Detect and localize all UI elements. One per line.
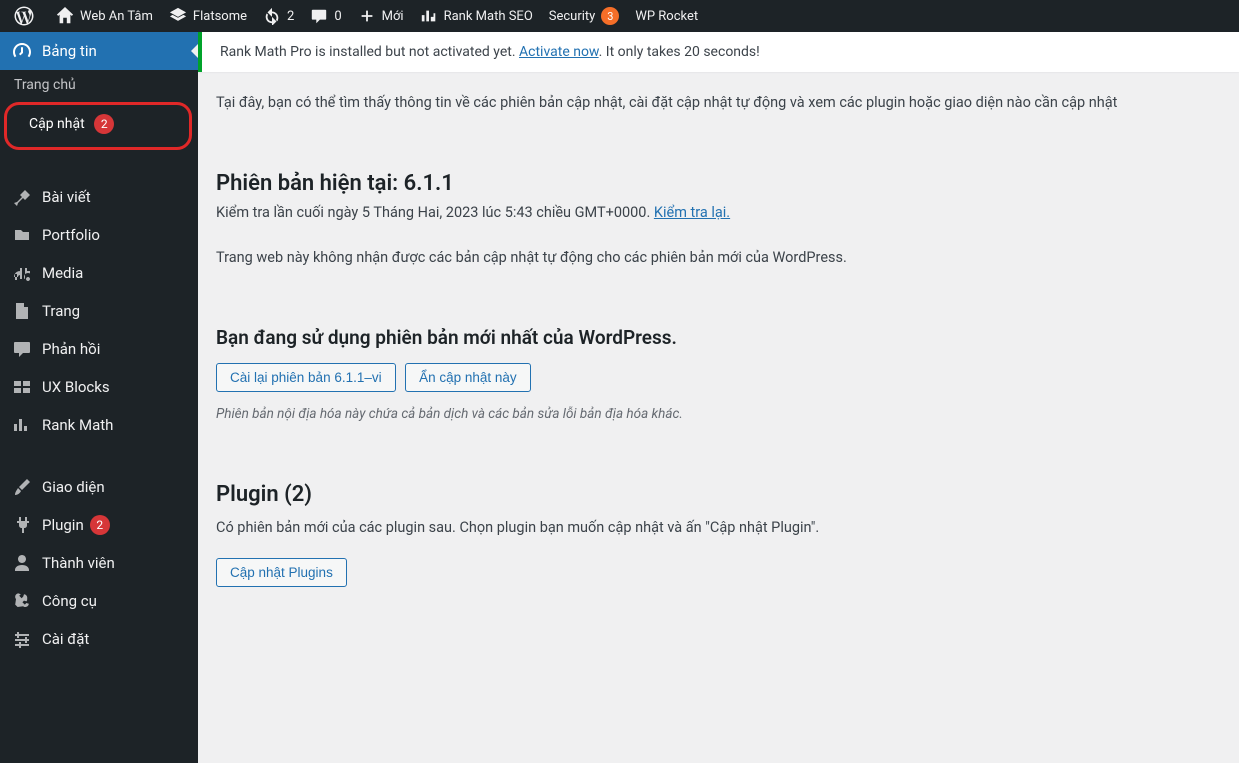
sidebar-item-appearance[interactable]: Giao diện: [0, 468, 198, 506]
rankmath-label: Rank Math: [42, 416, 113, 434]
refresh-icon: [263, 7, 281, 25]
sidebar-item-comments[interactable]: Phản hồi: [0, 330, 198, 368]
sidebar-item-uxblocks[interactable]: UX Blocks: [0, 368, 198, 406]
wprocket-toolbar[interactable]: WP Rocket: [627, 0, 706, 32]
settings-label: Cài đặt: [42, 630, 89, 648]
auto-update-text: Trang web này không nhận được các bản cậ…: [216, 249, 1221, 266]
uxblocks-label: UX Blocks: [42, 378, 110, 396]
chart-icon: [12, 415, 32, 435]
sidebar-sub-home[interactable]: Trang chủ: [0, 70, 198, 100]
reinstall-button[interactable]: Cài lại phiên bản 6.1.1–vi: [216, 363, 396, 392]
pages-label: Trang: [42, 302, 80, 320]
current-version-heading: Phiên bản hiện tại: 6.1.1: [216, 171, 1221, 196]
chart-icon: [420, 7, 438, 25]
tools-label: Công cụ: [42, 592, 97, 610]
media-icon: [12, 263, 32, 283]
blocks-icon: [12, 377, 32, 397]
pin-icon: [12, 187, 32, 207]
comments-toolbar[interactable]: 0: [302, 0, 349, 32]
separator: [0, 444, 198, 468]
updates-toolbar[interactable]: 2: [255, 0, 302, 32]
locale-note: Phiên bản nội địa hóa này chứa cả bản dị…: [216, 406, 1221, 422]
security-badge: 3: [601, 7, 619, 25]
site-name[interactable]: Web An Tâm: [48, 0, 161, 32]
dashboard-icon: [12, 41, 32, 61]
user-icon: [12, 553, 32, 573]
flatsome-icon: [169, 7, 187, 25]
plugin-icon: [12, 515, 32, 535]
notice-pre: Rank Math Pro is installed but not activ…: [220, 44, 519, 60]
posts-label: Bài viết: [42, 188, 91, 206]
notice-post: . It only takes 20 seconds!: [599, 44, 760, 60]
main-content: Rank Math Pro is installed but not activ…: [198, 32, 1239, 627]
comments-count: 0: [334, 9, 341, 24]
sidebar-item-posts[interactable]: Bài viết: [0, 178, 198, 216]
media-label: Media: [42, 264, 83, 282]
plus-icon: [358, 7, 376, 25]
portfolio-icon: [12, 225, 32, 245]
comment-icon: [310, 7, 328, 25]
wp-logo[interactable]: [6, 0, 48, 32]
home-icon: [56, 7, 74, 25]
latest-version-heading: Bạn đang sử dụng phiên bản mới nhất của …: [216, 326, 1221, 349]
sidebar-item-dashboard[interactable]: Bảng tin: [0, 32, 198, 70]
update-plugins-button[interactable]: Cập nhật Plugins: [216, 558, 347, 587]
security-label: Security: [549, 9, 596, 24]
comment-icon: [12, 339, 32, 359]
wrench-icon: [12, 591, 32, 611]
sidebar-item-portfolio[interactable]: Portfolio: [0, 216, 198, 254]
page-icon: [12, 301, 32, 321]
hide-update-button[interactable]: Ẩn cập nhật này: [405, 363, 531, 392]
dashboard-label: Bảng tin: [42, 42, 97, 60]
appearance-label: Giao diện: [42, 478, 105, 496]
plugin-text: Có phiên bản mới của các plugin sau. Chọ…: [216, 519, 1221, 536]
wordpress-icon: [14, 6, 34, 26]
sidebar-item-plugins[interactable]: Plugin 2: [0, 506, 198, 544]
last-checked-text: Kiểm tra lần cuối ngày 5 Tháng Hai, 2023…: [216, 204, 654, 221]
flatsome-label: Flatsome: [193, 9, 247, 24]
updates-page: Tại đây, bạn có thể tìm thấy thông tin v…: [198, 94, 1239, 627]
plugin-heading: Plugin (2): [216, 482, 1221, 507]
admin-toolbar: Web An Tâm Flatsome 2 0 Mới Rank Math SE…: [0, 0, 1239, 32]
rankmath-toolbar[interactable]: Rank Math SEO: [412, 0, 541, 32]
sidebar-sub-updates[interactable]: Cập nhật 2: [15, 107, 189, 141]
sidebar-item-settings[interactable]: Cài đặt: [0, 620, 198, 658]
last-checked: Kiểm tra lần cuối ngày 5 Tháng Hai, 2023…: [216, 204, 1221, 221]
rankmath-notice: Rank Math Pro is installed but not activ…: [198, 32, 1239, 72]
updates-badge: 2: [94, 114, 114, 134]
rankmath-label: Rank Math SEO: [444, 9, 533, 24]
sidebar-item-tools[interactable]: Công cụ: [0, 582, 198, 620]
sidebar-item-rankmath[interactable]: Rank Math: [0, 406, 198, 444]
separator: [0, 154, 198, 178]
wprocket-label: WP Rocket: [635, 9, 698, 24]
portfolio-label: Portfolio: [42, 226, 100, 244]
updates-highlight: Cập nhật 2: [4, 102, 192, 150]
users-label: Thành viên: [42, 554, 115, 572]
comments-label: Phản hồi: [42, 340, 100, 358]
check-again-link[interactable]: Kiểm tra lại.: [654, 204, 730, 221]
new-content[interactable]: Mới: [350, 0, 412, 32]
brush-icon: [12, 477, 32, 497]
security-toolbar[interactable]: Security 3: [541, 0, 628, 32]
sliders-icon: [12, 629, 32, 649]
plugins-badge: 2: [90, 515, 110, 535]
sidebar-item-users[interactable]: Thành viên: [0, 544, 198, 582]
activate-now-link[interactable]: Activate now: [519, 44, 599, 60]
sidebar-item-media[interactable]: Media: [0, 254, 198, 292]
admin-sidebar: Bảng tin Trang chủ Cập nhật 2 Bài viết P…: [0, 32, 198, 763]
site-name-text: Web An Tâm: [80, 9, 153, 24]
intro-text: Tại đây, bạn có thể tìm thấy thông tin v…: [216, 94, 1221, 111]
updates-label: Cập nhật: [29, 116, 85, 132]
sidebar-item-pages[interactable]: Trang: [0, 292, 198, 330]
updates-count: 2: [287, 9, 294, 24]
plugins-label: Plugin: [42, 516, 84, 534]
new-label: Mới: [382, 9, 404, 24]
flatsome-menu[interactable]: Flatsome: [161, 0, 255, 32]
reinstall-row: Cài lại phiên bản 6.1.1–vi Ẩn cập nhật n…: [216, 363, 1221, 392]
